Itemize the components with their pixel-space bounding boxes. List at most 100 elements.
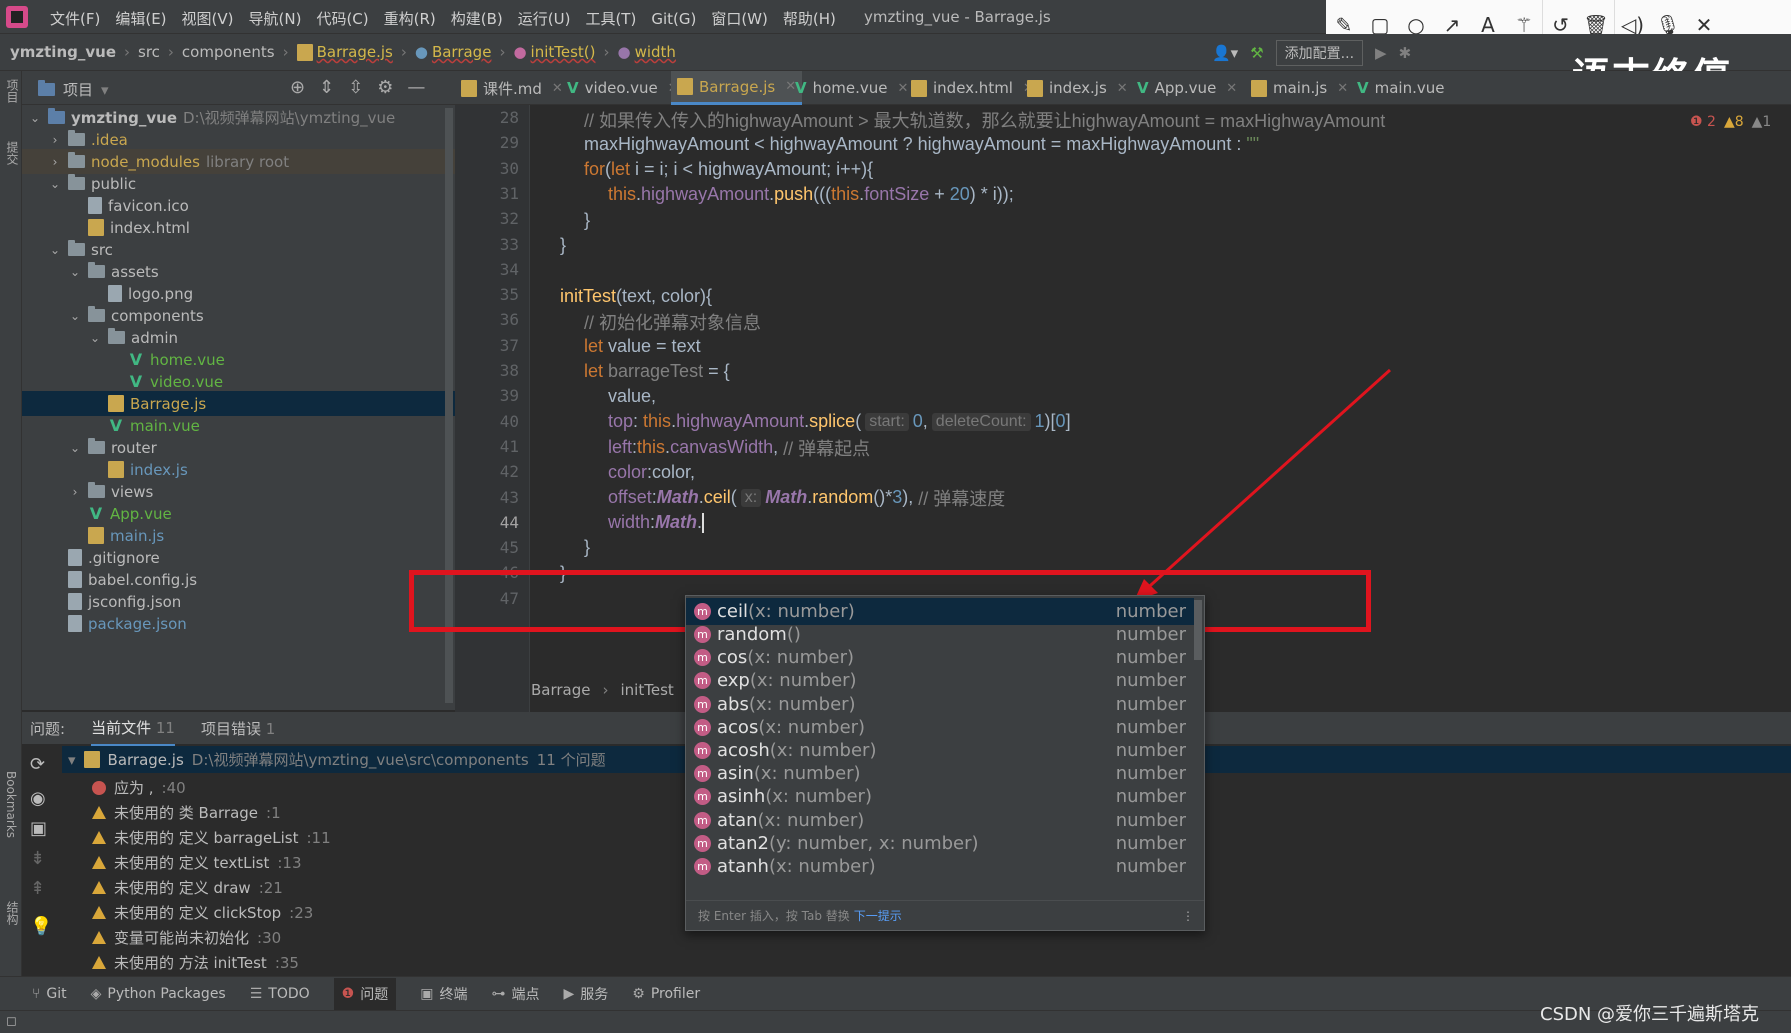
menu-item-10[interactable]: 窗口(W): [711, 8, 768, 29]
run-icon[interactable]: ▶: [1375, 44, 1387, 62]
chevron-down-icon[interactable]: ⌄: [68, 265, 82, 279]
user-icon[interactable]: 👤▾: [1212, 44, 1238, 62]
crumb-project[interactable]: ymzting_vue: [10, 43, 116, 61]
crumb-src[interactable]: src: [138, 43, 160, 61]
menu-item-3[interactable]: 导航(N): [249, 8, 302, 29]
tool-profiler[interactable]: ⚙ Profiler: [632, 986, 700, 1002]
menu-item-6[interactable]: 构建(B): [451, 8, 503, 29]
chevron-down-icon[interactable]: ⌄: [48, 243, 62, 257]
chevron-down-icon[interactable]: ⌄: [48, 177, 62, 191]
tool-problems[interactable]: ❶ 问题: [333, 977, 397, 1010]
chevron-down-icon[interactable]: ⌄: [28, 111, 42, 125]
terminal-icon: ▣: [420, 985, 434, 1002]
tool-terminal[interactable]: ▣ 终端: [420, 984, 467, 1004]
minimize-icon[interactable]: —: [407, 77, 425, 98]
menu-item-0[interactable]: 文件(F): [50, 8, 100, 29]
tab-app-vue[interactable]: V App.vue ✕: [1131, 71, 1243, 105]
chevron-right-icon[interactable]: ›: [68, 485, 82, 499]
more-options-icon[interactable]: ⋮: [1182, 909, 1194, 923]
debug-icon[interactable]: ✱: [1399, 44, 1412, 62]
problem-item[interactable]: 未使用的 定义 draw:21: [92, 875, 283, 900]
problem-item[interactable]: 未使用的 方法 initTest:35: [92, 950, 299, 975]
md-file-icon: [461, 79, 477, 97]
tab-main-js[interactable]: main.js ✕: [1245, 71, 1354, 105]
menu-item-8[interactable]: 工具(T): [585, 8, 636, 29]
breadcrumb: ymzting_vue › src › components › Barrage…: [10, 43, 676, 61]
tab-home-vue[interactable]: Vhome.vue ✕: [789, 71, 914, 105]
tab-main-vue[interactable]: Vmain.vue: [1351, 71, 1450, 105]
expand-icon[interactable]: ⇟: [30, 848, 45, 869]
build-hammer-icon[interactable]: ⚒: [1250, 44, 1263, 62]
menu-item-11[interactable]: 帮助(H): [783, 8, 836, 29]
preview-icon[interactable]: ▣: [30, 818, 47, 839]
expand-all-icon[interactable]: ⇕: [319, 77, 334, 98]
tab-current-file[interactable]: 当前文件 11: [91, 711, 175, 746]
problem-item[interactable]: 变量可能尚未初始化:30: [92, 925, 281, 950]
tool-packages[interactable]: ◈ Python Packages: [91, 986, 226, 1002]
warning-icon: [92, 906, 106, 919]
tab-video-vue[interactable]: Vvideo.vue✕: [561, 71, 685, 105]
commit-tool-tab[interactable]: 提交: [4, 141, 21, 165]
tab-project-errors[interactable]: 项目错误 1: [201, 718, 275, 739]
crumb-separator: ›: [603, 43, 610, 61]
chevron-down-icon[interactable]: ⌄: [88, 331, 102, 345]
menu-item-7[interactable]: 运行(U): [518, 8, 571, 29]
problem-item[interactable]: 未使用的 定义 textList:13: [92, 850, 302, 875]
editor-crumb-method[interactable]: initTest: [621, 681, 674, 699]
refresh-icon[interactable]: ⟳: [30, 754, 45, 775]
problem-item[interactable]: 未使用的 类 Barrage:1: [92, 800, 281, 825]
add-configuration-button[interactable]: 添加配置...: [1275, 40, 1364, 66]
menu-item-2[interactable]: 视图(V): [182, 8, 234, 29]
menu-item-1[interactable]: 编辑(E): [115, 8, 166, 29]
crumb-class[interactable]: ● Barrage: [415, 43, 492, 61]
crumb-property[interactable]: ● width: [618, 43, 676, 61]
close-icon[interactable]: ✕: [1117, 81, 1128, 96]
close-icon[interactable]: ✕: [1226, 81, 1237, 96]
chevron-right-icon[interactable]: ›: [48, 133, 62, 147]
folder-icon: [88, 262, 105, 278]
tool-git[interactable]: ⑂ Git: [32, 986, 67, 1002]
project-tool-tab[interactable]: 项目: [4, 79, 21, 103]
chevron-right-icon[interactable]: ›: [48, 155, 62, 169]
problem-item[interactable]: 未使用的 定义 barrageList:11: [92, 825, 331, 850]
editor-crumb-class[interactable]: Barrage: [531, 681, 591, 699]
chevron-down-icon[interactable]: ⌄: [68, 441, 82, 455]
menu-item-5[interactable]: 重构(R): [384, 8, 436, 29]
menu-item-9[interactable]: Git(G): [651, 10, 696, 28]
tree-item[interactable]: package.json: [22, 611, 455, 636]
locate-icon[interactable]: ⊕: [290, 77, 305, 98]
bulb-icon[interactable]: 💡: [30, 916, 52, 937]
warning-icon: [92, 931, 106, 944]
next-tip-link[interactable]: 下一提示: [854, 907, 902, 924]
html-file-icon: [911, 79, 927, 97]
collapse-icon[interactable]: ⇞: [30, 878, 45, 899]
crumb-file[interactable]: Barrage.js: [296, 43, 393, 61]
tab-index-js[interactable]: index.js ✕: [1021, 71, 1134, 105]
crumb-method[interactable]: ● initTest(): [513, 43, 595, 61]
tool-services[interactable]: ▶ 服务: [563, 984, 608, 1004]
structure-tool-tab[interactable]: 结构: [4, 901, 21, 925]
problems-icon: ❶: [341, 985, 355, 1002]
problem-item[interactable]: 应为 ,:40: [92, 775, 186, 800]
code-line-38: let barrageTest = {: [584, 361, 730, 381]
completion-item[interactable]: m atanh (x: number) number: [686, 853, 1194, 880]
menu-item-4[interactable]: 代码(C): [316, 8, 368, 29]
layout-toggle-icon[interactable]: ◻: [6, 1014, 17, 1029]
param-hint-x: x:: [740, 488, 762, 507]
tab--md[interactable]: 课件.md ✕: [455, 71, 569, 105]
chevron-down-icon[interactable]: ⌄: [68, 309, 82, 323]
collapse-all-icon[interactable]: ⇳: [348, 77, 363, 98]
completion-scrollbar[interactable]: [1194, 600, 1202, 660]
eye-icon[interactable]: ◉: [30, 788, 46, 809]
close-icon[interactable]: ✕: [1337, 81, 1348, 96]
problem-item[interactable]: 未使用的 定义 clickStop:23: [92, 900, 313, 925]
project-view-selector[interactable]: 项目 ▾: [38, 79, 109, 100]
gear-icon[interactable]: ⚙: [377, 77, 393, 98]
tab-barrage-js[interactable]: Barrage.js ✕: [671, 71, 803, 105]
tool-endpoints[interactable]: ⊶ 端点: [491, 984, 539, 1004]
inspection-widget[interactable]: ❶ 2 ▲8 ▲1: [1690, 114, 1771, 130]
tool-todo[interactable]: ☰ TODO: [250, 986, 310, 1002]
crumb-components[interactable]: components: [182, 43, 275, 61]
tab-index-html[interactable]: index.html✕: [905, 71, 1040, 105]
bookmarks-tool-tab[interactable]: Bookmarks: [4, 771, 18, 838]
